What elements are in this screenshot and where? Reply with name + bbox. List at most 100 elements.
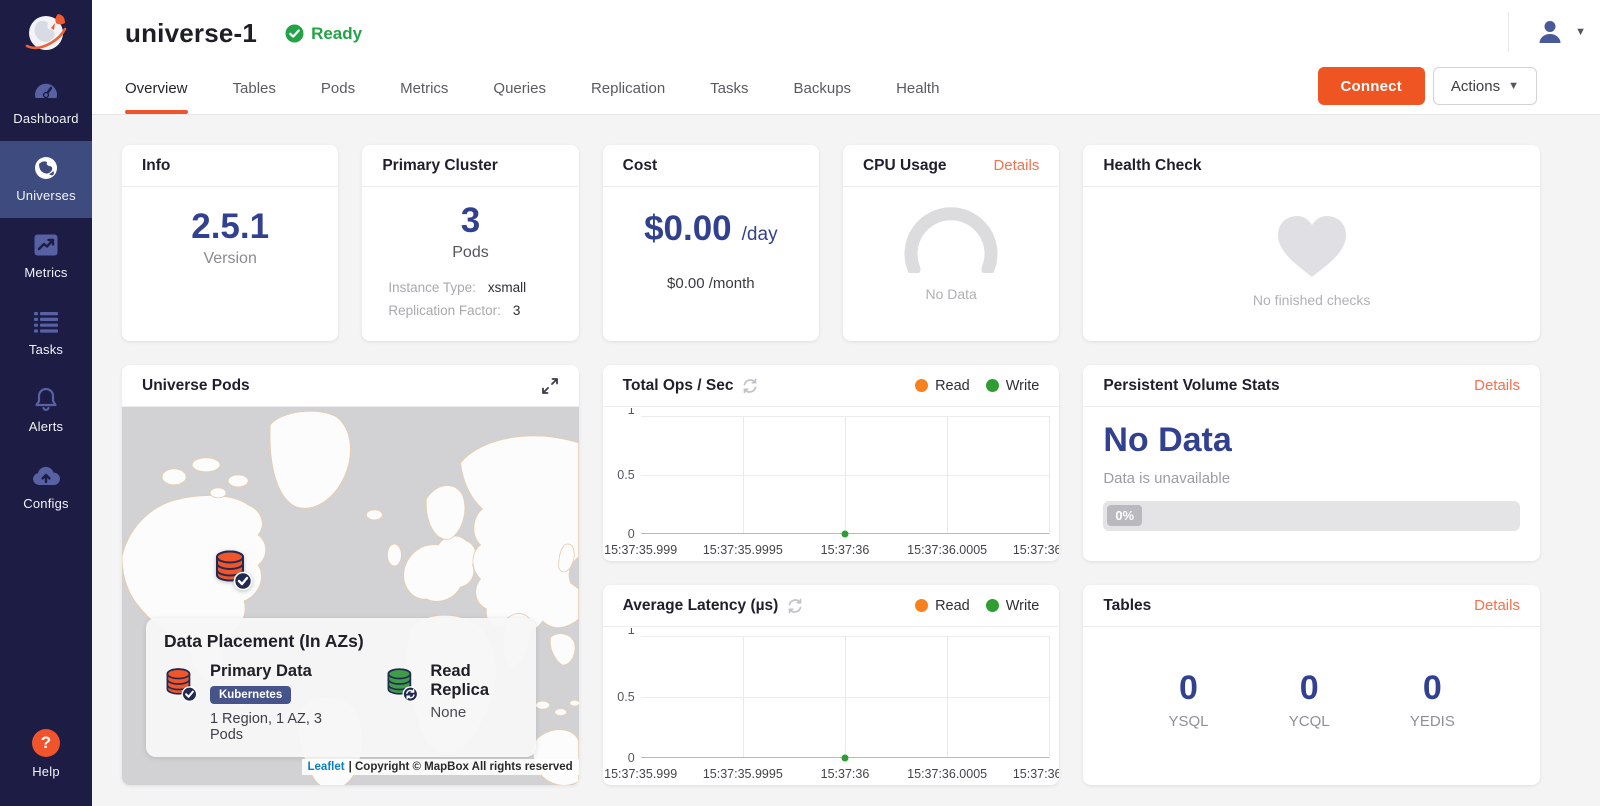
volume-progress-bar: 0% (1103, 501, 1520, 531)
card-title: Persistent Volume Stats (1103, 377, 1279, 395)
replication-factor-label: Replication Factor: (388, 303, 501, 318)
tab-health[interactable]: Health (896, 62, 939, 114)
sidebar-item-configs[interactable]: Configs (0, 449, 92, 526)
primary-data-label: Primary Data (210, 662, 337, 681)
status-badge: Ready (285, 24, 362, 44)
pvs-details-link[interactable]: Details (1474, 377, 1520, 394)
refresh-icon[interactable] (787, 598, 803, 614)
world-map[interactable]: Data Placement (In AZs) Primar (122, 407, 579, 785)
connect-button[interactable]: Connect (1318, 67, 1425, 105)
read-replica-caption: None (430, 704, 518, 721)
sidebar-item-help[interactable]: ? Help (0, 715, 92, 794)
chart-legend: Read Write (915, 598, 1039, 614)
x-tick: 15:37:36.0005 (907, 543, 987, 557)
pvs-caption: Data is unavailable (1103, 470, 1520, 487)
legend-read: Read (915, 598, 970, 614)
version-value: 2.5.1 (191, 207, 269, 247)
legend-read-label: Read (935, 598, 970, 614)
total-ops-chart-card: Total Ops / Sec Read Write 1 0.5 0 15:37… (603, 365, 1060, 561)
cost-per-day-value: $0.00 (644, 209, 732, 249)
tab-pods[interactable]: Pods (321, 62, 355, 114)
header: universe-1 Ready Overview Tables Pods Me… (92, 0, 1600, 115)
expand-icon[interactable] (541, 377, 559, 395)
card-title: Average Latency (µs) (623, 597, 779, 615)
overview-grid: Info 2.5.1 Version Primary Cluster 3 Pod… (122, 145, 1540, 785)
tab-queries[interactable]: Queries (493, 62, 546, 114)
write-data-point (841, 755, 848, 762)
sidebar-item-label: Tasks (29, 342, 63, 357)
tab-tasks[interactable]: Tasks (710, 62, 748, 114)
tables-card: Tables Details 0 YSQL 0 YCQL 0 YEDIS (1083, 585, 1540, 785)
actions-button[interactable]: Actions ▼ (1433, 67, 1537, 105)
ycql-count: 0 YCQL (1289, 669, 1330, 730)
primary-data-map-marker-icon[interactable] (213, 547, 253, 591)
write-dot-icon (986, 599, 999, 612)
tab-metrics[interactable]: Metrics (400, 62, 448, 114)
ysql-label: YSQL (1168, 713, 1208, 730)
user-menu[interactable]: ▼ (1508, 12, 1586, 52)
ycql-label: YCQL (1289, 713, 1330, 730)
persistent-volume-card: Persistent Volume Stats Details No Data … (1083, 365, 1540, 561)
sidebar: Dashboard Universes Metrics Tasks Alerts (0, 0, 92, 806)
tab-overview[interactable]: Overview (125, 62, 188, 114)
tab-bar: Overview Tables Pods Metrics Queries Rep… (125, 62, 939, 114)
gauge-icon (896, 207, 1006, 278)
legend-write-label: Write (1006, 378, 1040, 394)
list-icon (33, 309, 59, 335)
sidebar-item-metrics[interactable]: Metrics (0, 218, 92, 295)
refresh-icon[interactable] (742, 378, 758, 394)
read-replica-block: Read Replica None (385, 662, 518, 743)
x-tick: 15:37:35.9995 (703, 767, 783, 781)
legend-read-label: Read (935, 378, 970, 394)
y-tick: 0 (628, 527, 635, 541)
x-tick: 15:37:36.001 (1013, 767, 1060, 781)
y-tick: 0.5 (617, 468, 634, 482)
chart-plot-area: 1 0.5 0 15:37:35.999 15:37:35.9995 15:37… (603, 408, 1060, 561)
tab-tables[interactable]: Tables (233, 62, 276, 114)
instance-type-row: Instance Type: xsmall (388, 280, 552, 295)
chart-plot-area: 1 0.5 0 15:37:35.999 15:37:35.9995 15:37… (603, 628, 1060, 785)
sidebar-item-universes[interactable]: Universes (0, 141, 92, 218)
legend-read: Read (915, 378, 970, 394)
actions-label: Actions (1451, 78, 1500, 95)
replication-factor-row: Replication Factor: 3 (388, 303, 552, 318)
replication-factor-value: 3 (513, 303, 521, 318)
cost-card: Cost $0.00 /day $0.00 /month (603, 145, 819, 341)
tab-backups[interactable]: Backups (794, 62, 852, 114)
ysql-value: 0 (1179, 669, 1198, 708)
cpu-empty-text: No Data (925, 286, 976, 302)
rocket-globe-logo-icon (18, 6, 74, 58)
gauge-icon (32, 78, 60, 104)
tables-details-link[interactable]: Details (1474, 597, 1520, 614)
tab-replication[interactable]: Replication (591, 62, 665, 114)
question-icon: ? (32, 729, 60, 757)
y-tick: 0.5 (617, 690, 634, 704)
sidebar-item-dashboard[interactable]: Dashboard (0, 64, 92, 141)
progress-percent-badge: 0% (1107, 505, 1142, 526)
x-tick: 15:37:35.999 (604, 543, 677, 557)
primary-database-icon (164, 662, 198, 706)
x-tick: 15:37:35.9995 (703, 543, 783, 557)
x-tick: 15:37:36.001 (1013, 543, 1060, 557)
universe-pods-card: Universe Pods (122, 365, 579, 785)
card-title: Info (142, 157, 170, 175)
leaflet-link[interactable]: Leaflet (308, 761, 345, 773)
y-tick: 1 (628, 408, 635, 417)
cpu-details-link[interactable]: Details (993, 157, 1039, 174)
sidebar-item-alerts[interactable]: Alerts (0, 372, 92, 449)
cpu-usage-card: CPU Usage Details No Data (843, 145, 1059, 341)
sidebar-item-tasks[interactable]: Tasks (0, 295, 92, 372)
primary-data-caption: 1 Region, 1 AZ, 3 Pods (210, 711, 337, 743)
y-tick: 0 (628, 751, 635, 765)
x-tick: 15:37:36.0005 (907, 767, 987, 781)
x-tick: 15:37:35.999 (604, 767, 677, 781)
chevron-down-icon: ▼ (1575, 26, 1586, 38)
ycql-value: 0 (1300, 669, 1319, 708)
chart-legend: Read Write (915, 378, 1039, 394)
page-title: universe-1 (125, 18, 257, 49)
cost-per-day-unit: /day (742, 224, 778, 246)
health-check-card: Health Check No finished checks (1083, 145, 1540, 341)
card-title: Primary Cluster (382, 157, 497, 175)
sidebar-item-label: Help (32, 764, 60, 779)
yugabyte-logo[interactable] (0, 0, 92, 64)
